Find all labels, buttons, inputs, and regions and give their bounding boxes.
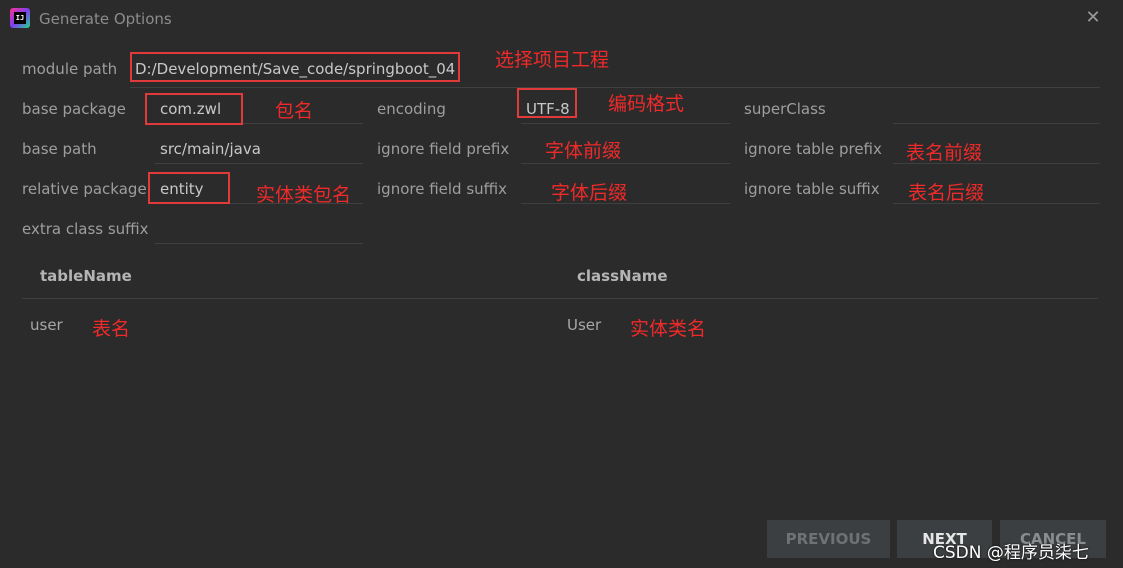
annotation-module-path: 选择项目工程 — [495, 49, 610, 71]
watermark-text: CSDN @程序员柒七 — [933, 543, 1089, 563]
ignore-table-prefix-label: ignore table prefix — [744, 140, 882, 158]
module-path-value: D:/Development/Save_code/springboot_04 — [135, 60, 456, 78]
extra-class-suffix-field[interactable] — [155, 204, 363, 244]
annotation-base-package: 包名 — [275, 100, 314, 122]
intellij-logo-icon: IJ — [10, 8, 30, 28]
annotation-ignore-table-suffix: 表名后缀 — [908, 182, 985, 204]
table-row[interactable] — [22, 300, 1098, 348]
annotation-ignore-field-suffix: 字体后缀 — [551, 182, 628, 204]
base-path-value: src/main/java — [160, 140, 261, 158]
base-path-label: base path — [22, 140, 97, 158]
annotation-ignore-field-prefix: 字体前缀 — [545, 140, 622, 162]
window-title: Generate Options — [39, 10, 172, 28]
column-header-classname[interactable]: className — [577, 267, 668, 285]
extra-class-suffix-label: extra class suffix — [22, 220, 149, 238]
base-package-value: com.zwl — [160, 100, 222, 118]
encoding-value: UTF-8 — [526, 100, 570, 118]
annotation-class-name: 实体类名 — [630, 318, 707, 340]
ignore-field-prefix-label: ignore field prefix — [377, 140, 510, 158]
superclass-field[interactable] — [893, 84, 1100, 124]
base-package-label: base package — [22, 100, 126, 118]
relative-package-label: relative package — [22, 180, 147, 198]
annotation-ignore-table-prefix: 表名前缀 — [906, 142, 983, 164]
previous-button[interactable]: PREVIOUS — [767, 520, 890, 558]
cell-tablename[interactable]: user — [30, 316, 63, 334]
ignore-field-suffix-label: ignore field suffix — [377, 180, 508, 198]
table-header — [22, 256, 1098, 299]
superclass-label: superClass — [744, 100, 826, 118]
relative-package-value: entity — [160, 180, 204, 198]
title-bar: IJ Generate Options ✕ — [0, 0, 1123, 36]
column-header-tablename[interactable]: tableName — [40, 267, 132, 285]
encoding-label: encoding — [377, 100, 446, 118]
close-icon[interactable]: ✕ — [1083, 8, 1103, 28]
ignore-table-suffix-label: ignore table suffix — [744, 180, 880, 198]
annotation-encoding: 编码格式 — [608, 93, 685, 115]
annotation-relative-package: 实体类包名 — [256, 184, 352, 206]
annotation-table-name: 表名 — [92, 318, 131, 340]
cell-classname[interactable]: User — [567, 316, 601, 334]
module-path-label: module path — [22, 60, 118, 78]
